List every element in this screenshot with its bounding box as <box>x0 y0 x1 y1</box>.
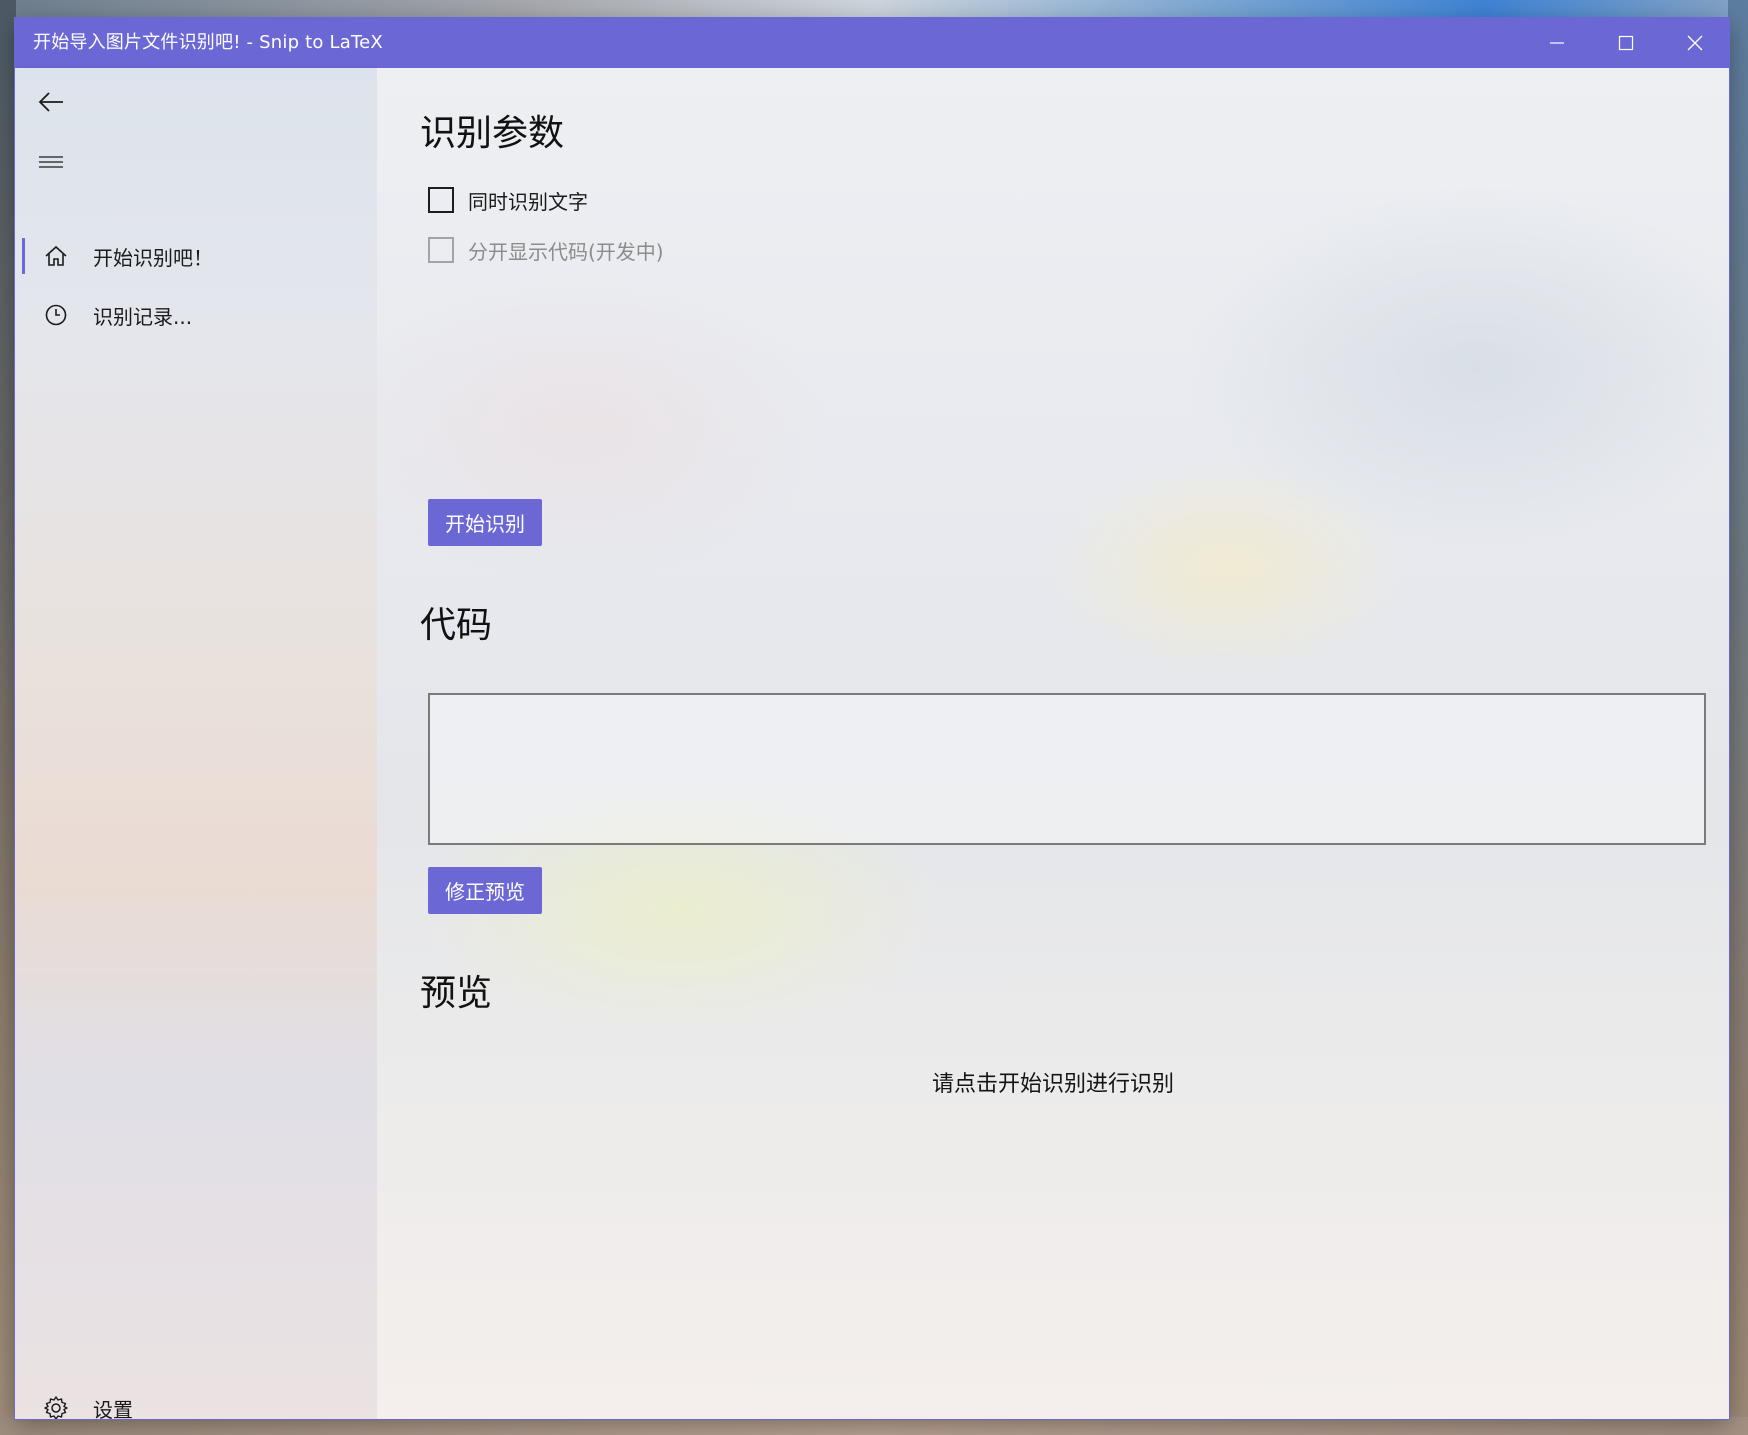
selection-indicator <box>22 238 25 274</box>
close-button[interactable] <box>1660 18 1729 68</box>
maximize-button[interactable] <box>1591 18 1660 68</box>
fix-preview-button[interactable]: 修正预览 <box>428 867 542 914</box>
nav-item-label: 开始识别吧！ <box>93 245 213 270</box>
navigation-pane: 开始识别吧！ 识别记录... 设置 <box>15 68 377 1419</box>
nav-item-history[interactable]: 识别记录... <box>19 290 369 340</box>
main-content: 识别参数 同时识别文字 分开显示代码(开发中) 开始识别 代码 修正预览 预览 … <box>377 68 1729 1419</box>
nav-item-label: 设置 <box>93 1397 133 1420</box>
params-section-title: 识别参数 <box>420 113 565 154</box>
desktop-background-bottom <box>0 1417 1748 1435</box>
checkbox-label: 同时识别文字 <box>468 189 588 214</box>
clock-icon <box>45 304 67 326</box>
checkbox-label: 分开显示代码(开发中) <box>468 239 664 264</box>
checkbox-box[interactable] <box>428 237 454 263</box>
menu-toggle-button[interactable] <box>29 144 73 180</box>
checkbox-box[interactable] <box>428 187 454 213</box>
gear-icon <box>44 1396 68 1419</box>
back-arrow-icon <box>38 92 63 112</box>
window-title: 开始导入图片文件识别吧! - Snip to LaTeX <box>33 32 383 53</box>
code-section-title: 代码 <box>420 605 493 646</box>
close-icon <box>1687 35 1702 51</box>
code-text-box[interactable] <box>428 693 1706 845</box>
minimize-icon <box>1549 42 1564 44</box>
recognize-text-checkbox[interactable]: 同时识别文字 <box>428 184 588 216</box>
minimize-button[interactable] <box>1522 18 1591 68</box>
back-button[interactable] <box>29 80 73 124</box>
start-recognition-button[interactable]: 开始识别 <box>428 499 542 546</box>
nav-item-label: 识别记录... <box>93 304 193 329</box>
preview-section-title: 预览 <box>420 973 493 1014</box>
desktop-background-top <box>0 0 1748 20</box>
app-window: 开始导入图片文件识别吧! - Snip to LaTeX 开始识别吧！ 识别记录… <box>15 18 1729 1419</box>
desktop-background-left <box>0 0 16 1435</box>
split-code-checkbox[interactable]: 分开显示代码(开发中) <box>428 234 664 266</box>
nav-item-settings[interactable]: 设置 <box>19 1383 369 1419</box>
title-bar[interactable]: 开始导入图片文件识别吧! - Snip to LaTeX <box>15 18 1729 68</box>
nav-item-start-recognition[interactable]: 开始识别吧！ <box>19 231 369 281</box>
home-icon <box>45 245 67 266</box>
desktop-background-right <box>1728 0 1748 1435</box>
preview-placeholder-text: 请点击开始识别进行识别 <box>931 1072 1174 1097</box>
maximize-icon <box>1618 35 1633 51</box>
hamburger-menu-icon <box>39 156 63 168</box>
